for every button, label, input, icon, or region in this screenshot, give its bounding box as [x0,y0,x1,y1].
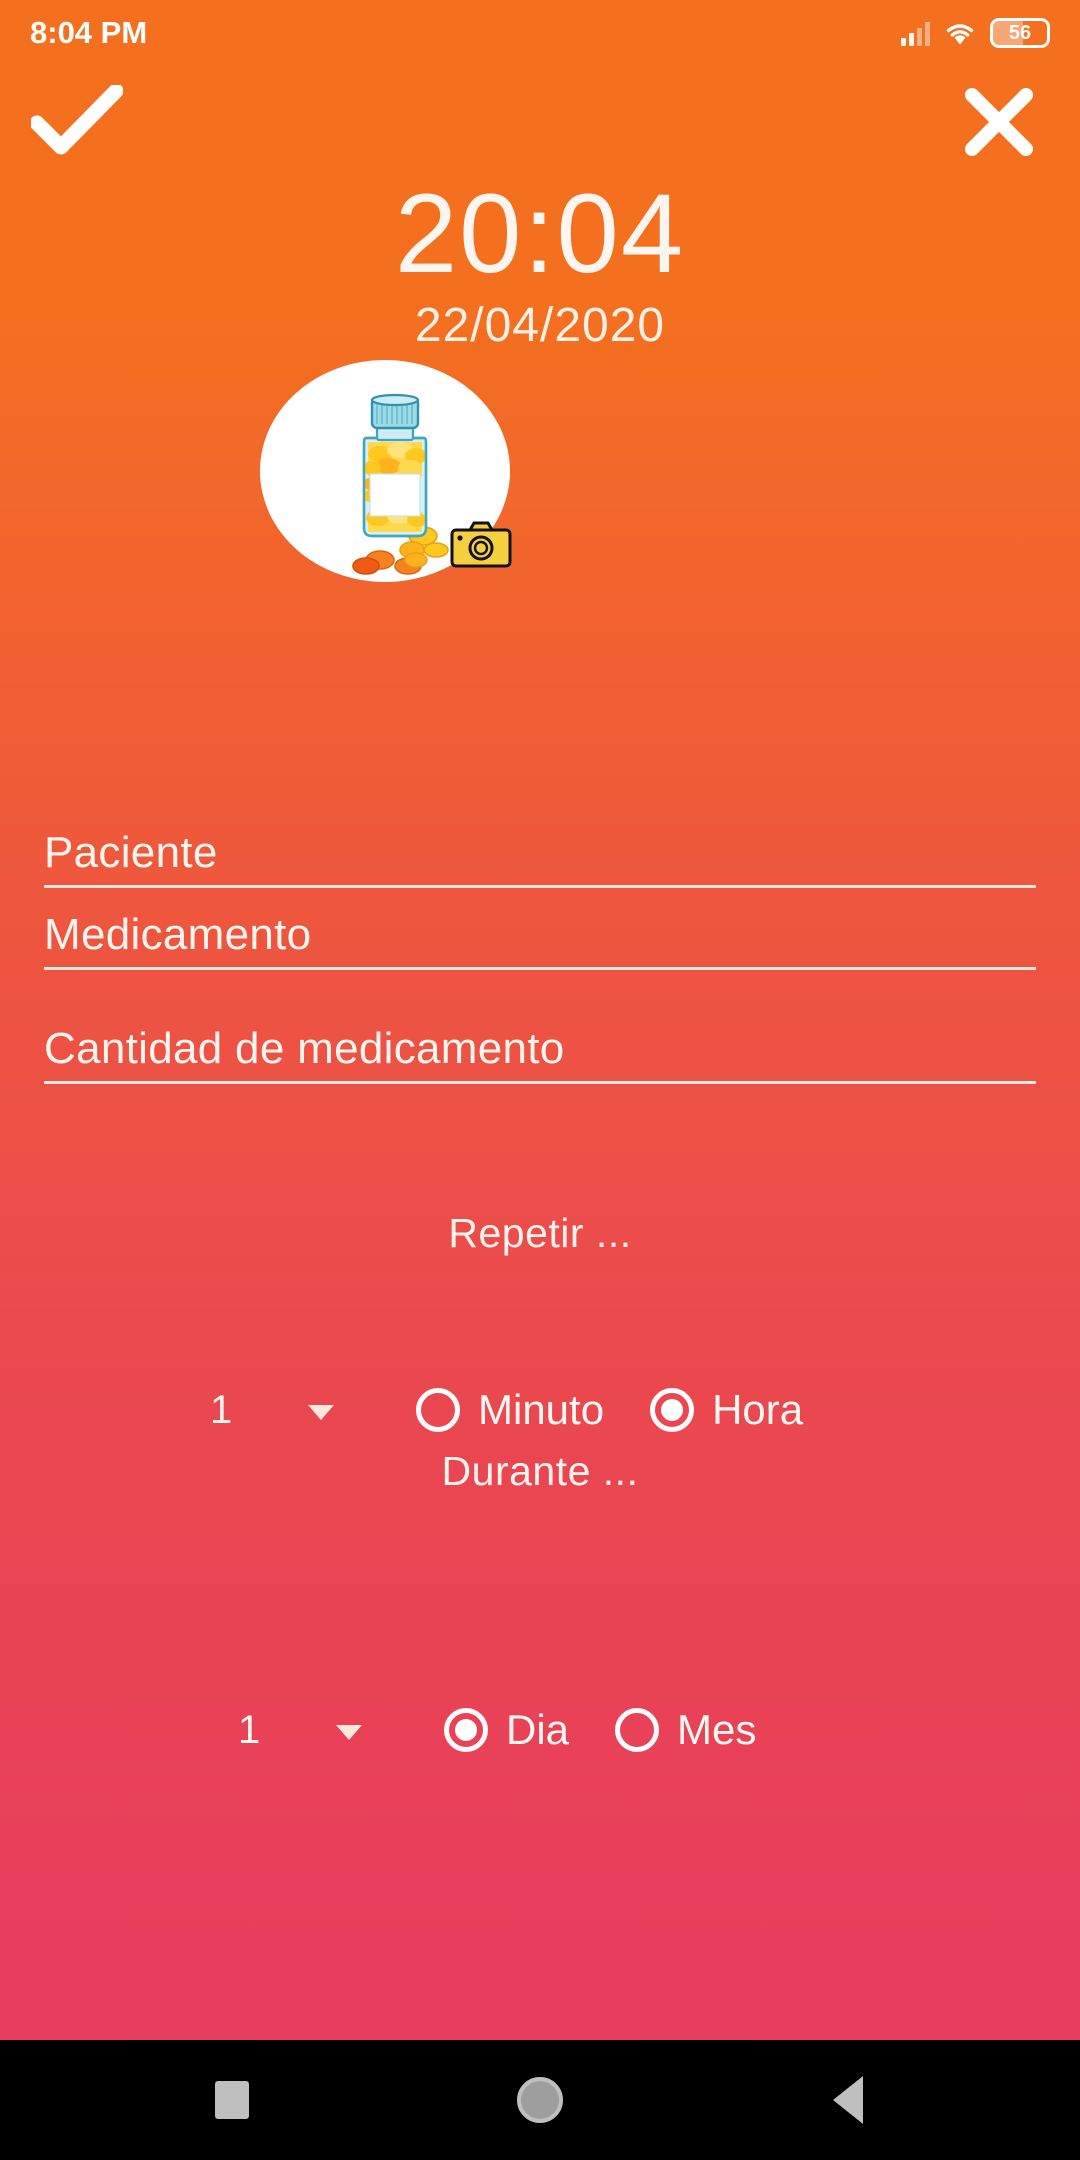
app-screen: 8:04 PM 56 20:04 22/04/2020 Paciente Med… [0,0,1080,2160]
medicamento-field[interactable]: Medicamento [44,910,1036,971]
status-bar: 8:04 PM 56 [0,0,1080,66]
top-action-bar [0,66,1080,176]
duration-amount-spinner[interactable]: 1 [238,1708,398,1753]
repeat-option-minuto-label: Minuto [478,1386,605,1433]
radio-icon [650,1388,695,1432]
repeat-controls: 1 Minuto Hora [210,1370,803,1450]
chevron-down-icon [308,1404,334,1420]
paciente-field[interactable]: Paciente [44,828,1036,889]
status-bar-clock: 8:04 PM [30,15,148,50]
alarm-time[interactable]: 20:04 [0,172,1080,295]
repeat-option-hora-label: Hora [712,1386,804,1433]
signal-bars-icon [901,20,930,46]
android-navigation-bar [0,2040,1080,2160]
repeat-option-hora[interactable]: Hora [650,1386,803,1434]
medication-photo[interactable] [260,360,512,582]
duration-option-dia-label: Dia [506,1706,570,1753]
recents-button[interactable] [187,2055,277,2145]
chevron-down-icon [336,1724,362,1740]
confirm-button[interactable] [22,72,132,172]
battery-level-label: 56 [1008,22,1032,44]
circle-home-icon [517,2077,563,2123]
camera-icon[interactable] [450,520,512,568]
close-icon [965,88,1033,156]
check-icon [31,85,123,155]
wifi-icon [944,20,976,46]
repeat-section-title: Repetir ... [448,1210,632,1256]
duration-option-mes-label: Mes [677,1706,757,1753]
triangle-back-icon [833,2076,863,2124]
status-bar-icons: 56 [901,18,1050,48]
repeat-option-minuto[interactable]: Minuto [416,1386,604,1434]
alarm-date[interactable]: 22/04/2020 [0,298,1080,353]
medicamento-placeholder: Medicamento [44,910,312,959]
radio-icon [416,1388,460,1432]
home-button[interactable] [495,2055,585,2145]
battery-icon: 56 [990,18,1050,48]
duration-option-mes[interactable]: Mes [615,1706,756,1754]
repeat-amount-value: 1 [210,1387,233,1432]
back-button[interactable] [803,2055,893,2145]
cantidad-field[interactable]: Cantidad de medicamento [44,1024,1036,1085]
repeat-amount-spinner[interactable]: 1 [210,1388,370,1433]
duration-option-dia[interactable]: Dia [444,1706,569,1754]
duration-section-title: Durante ... [441,1448,639,1494]
paciente-placeholder: Paciente [44,828,218,877]
duration-controls: 1 Dia Mes [238,1690,756,1770]
square-recents-icon [215,2081,249,2119]
radio-icon [444,1708,488,1752]
cancel-button[interactable] [944,72,1054,172]
radio-icon [615,1708,660,1752]
cantidad-placeholder: Cantidad de medicamento [44,1024,565,1073]
duration-amount-value: 1 [238,1707,261,1752]
